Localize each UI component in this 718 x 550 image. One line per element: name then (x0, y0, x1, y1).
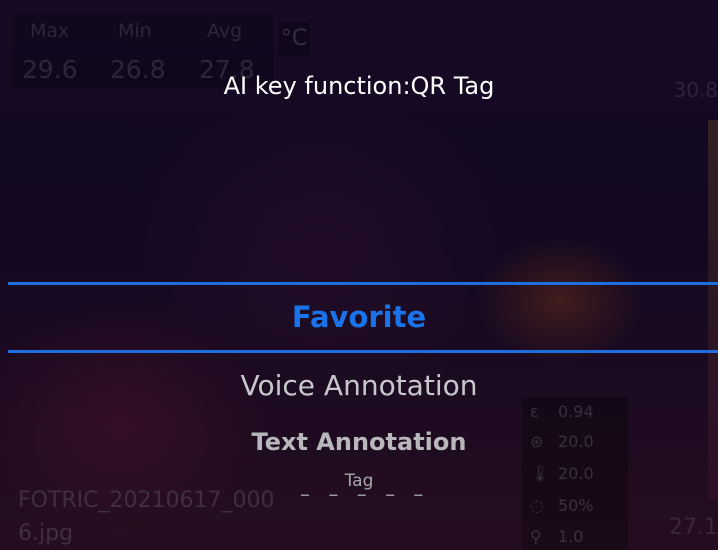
menu-item-voice-annotation[interactable]: Voice Annotation (0, 369, 718, 402)
menu-item-text-annotation[interactable]: Text Annotation (0, 428, 718, 456)
selection-line-top (8, 282, 718, 285)
menu-item-favorite[interactable]: Favorite (0, 300, 718, 334)
selection-line-bottom (8, 350, 718, 353)
scroll-divider: – – – – – (300, 482, 430, 506)
dialog-title: AI key function:QR Tag (223, 72, 495, 100)
